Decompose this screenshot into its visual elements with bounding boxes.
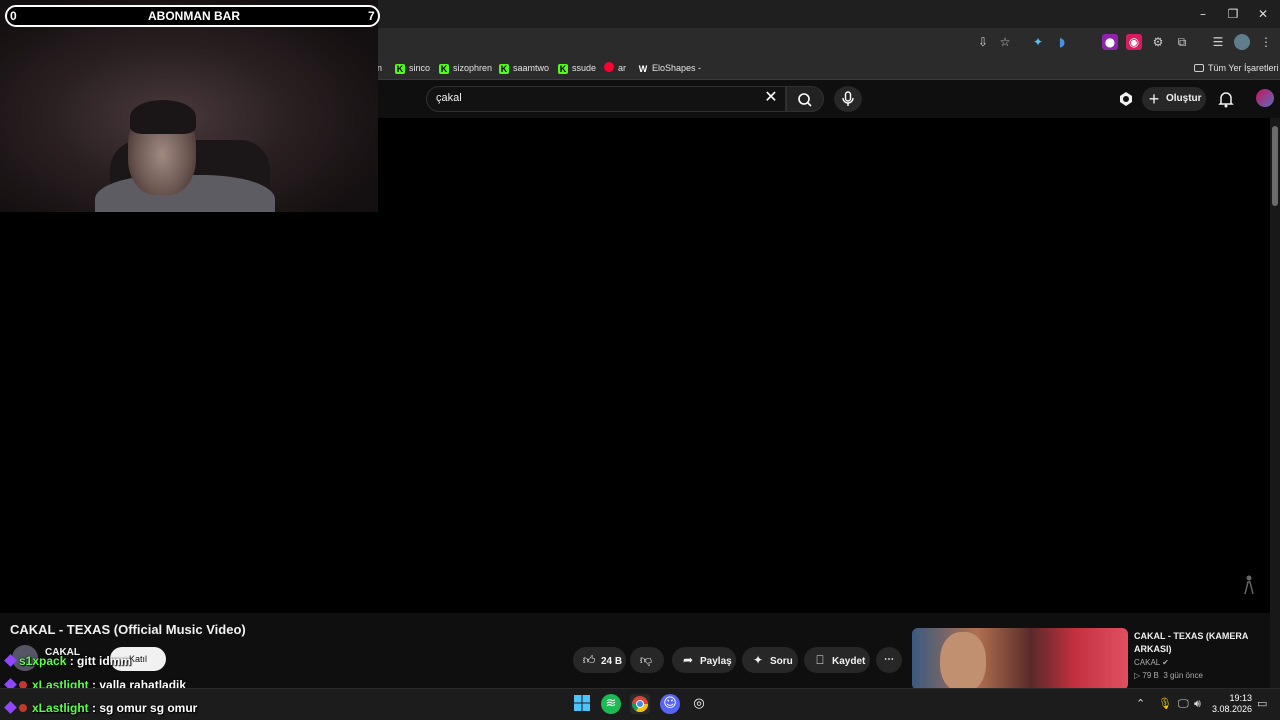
kick-icon: K [499,64,509,74]
install-app-icon[interactable]: ⇩ [975,34,991,50]
windows-start-icon[interactable] [572,694,592,714]
chat-badge-icon [4,701,17,714]
voice-search-button[interactable] [834,86,862,112]
notification-center-icon[interactable]: ▭ [1257,697,1267,710]
eloshapes-icon: W [638,64,648,74]
extension-icon[interactable]: ◗ [1054,34,1070,50]
recommended-video-thumbnail[interactable] [912,628,1128,690]
plus-icon: + [1148,89,1160,109]
dislike-button[interactable]: 👎︎ [630,647,664,673]
chrome-icon[interactable] [630,694,650,714]
microphone-icon [842,91,854,106]
webcam-overlay [0,0,378,212]
clear-search-icon[interactable]: ✕ [762,89,780,107]
subscriber-goal-min: 0 [10,9,17,23]
notifications-bell-icon[interactable] [1217,90,1235,108]
share-button[interactable]: ➦ Paylaş [672,647,736,673]
scrollbar-thumb[interactable] [1272,126,1278,206]
search-button[interactable] [786,86,824,112]
bookmark-item[interactable]: Ksizophren [439,60,492,76]
subscriber-goal-title: ABONMAN BAR [148,9,240,23]
kick-icon: K [558,64,568,74]
spotify-icon[interactable]: ≋ [601,694,621,714]
miniplayer-figure-icon [1240,574,1258,596]
more-menu-icon[interactable]: ⋮ [1258,34,1274,50]
youtube-icon [604,62,614,72]
streamer-cap [130,100,196,134]
discord-icon[interactable]: ☺ [660,694,680,714]
volume-icon[interactable]: 🔊︎ [1194,697,1201,711]
subscriber-goal-max: 7 [368,9,375,23]
bookmark-item[interactable]: ar [604,60,626,76]
thumbnail-face [940,632,986,690]
share-icon: ➦ [682,653,694,667]
extension-icon[interactable]: ⚙ [1150,34,1166,50]
profile-avatar[interactable] [1234,34,1250,50]
views-play-icon: ▷ [1134,671,1141,680]
folder-icon [1194,64,1204,72]
bookmark-item[interactable]: W EloShapes - [638,60,701,76]
chat-badge-icon [19,704,27,712]
network-icon[interactable]: 🖵︎ [1178,697,1189,711]
recommended-video-meta: ▷ 79 B 3 gün önce [1134,671,1203,680]
extension-icon[interactable]: ✦ [1030,34,1046,50]
video-title: CAKAL - TEXAS (Official Music Video) [10,622,246,637]
kick-icon: K [439,64,449,74]
search-input[interactable] [426,86,786,112]
tray-overflow-icon[interactable]: ⌃ [1136,697,1145,710]
chat-message: xLastlight : sg omur sg omur [4,701,197,715]
minimize-button[interactable]: – [1188,4,1218,24]
all-bookmarks-button[interactable]: Tüm Yer İşaretleri [1194,60,1279,76]
bookmark-icon: ⎕ [816,653,824,667]
recommended-video-channel: CAKAL ✔ [1134,658,1169,667]
extension-icon[interactable]: ◉ [1126,34,1142,50]
bookmark-star-icon[interactable]: ☆ [997,34,1013,50]
bookmark-item[interactable]: Ksinco [395,60,430,76]
close-window-button[interactable]: ✕ [1248,4,1278,24]
kick-icon: K [395,64,405,74]
reading-list-icon[interactable]: ☰ [1210,34,1226,50]
more-horizontal-icon: ⋯ [884,654,894,665]
more-actions-button[interactable]: ⋯ [876,647,902,673]
extension-icon[interactable]: ● [1102,34,1118,50]
bookmark-item[interactable]: Ksaamtwo [499,60,549,76]
clock-date: 3.08.2026 [1212,704,1253,714]
maximize-button[interactable]: ❐ [1218,4,1248,24]
studio-icon[interactable] [1117,90,1135,108]
chat-badge-icon [4,654,17,667]
search-icon [798,93,812,107]
chat-message: s1xpack : gitt idmm [4,654,131,668]
thumbs-down-icon: 👎︎ [639,653,653,667]
sparkle-icon: ✦ [752,653,764,667]
recommended-video-title[interactable]: CAKAL - TEXAS (KAMERA ARKASI) [1134,630,1266,656]
bookmark-item[interactable]: Kssude [558,60,596,76]
obs-icon[interactable]: ◎ [689,694,709,714]
search-query: çakal [436,92,462,104]
extensions-puzzle-icon[interactable]: ⧉ [1174,34,1190,50]
account-avatar[interactable] [1256,89,1274,107]
microphone-tray-icon[interactable]: 🎙︎ [1158,697,1172,710]
thumbs-up-icon: 👍︎ [582,653,596,667]
system-clock[interactable]: 19:13 3.08.2026 [1212,693,1252,715]
verified-icon: ✔ [1162,658,1169,667]
ask-button[interactable]: ✦ Soru [742,647,798,673]
like-button[interactable]: 👍︎ 24 B [573,647,626,673]
save-button[interactable]: ⎕ Kaydet [804,647,870,673]
clock-time: 19:13 [1229,693,1252,703]
